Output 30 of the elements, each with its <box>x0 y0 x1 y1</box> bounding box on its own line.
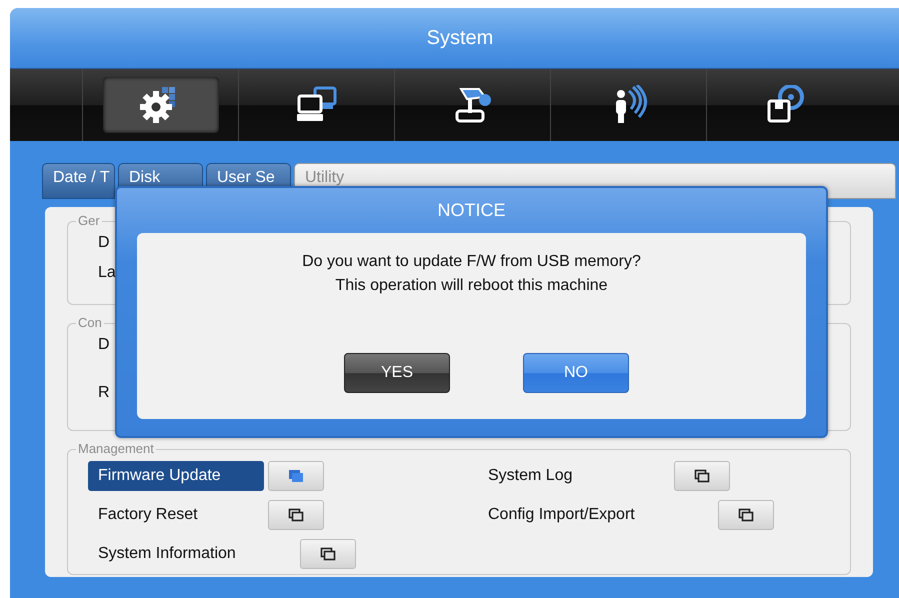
setting-label: R <box>98 384 110 402</box>
dialog-message: Do you want to update F/W from USB memory? <box>302 253 641 271</box>
setting-label: D <box>98 336 110 354</box>
yes-button[interactable]: YES <box>344 353 450 393</box>
computer-icon <box>294 86 338 124</box>
open-button[interactable] <box>674 461 730 491</box>
window-title: System <box>426 26 494 50</box>
menu-item[interactable]: Firmware Update <box>88 461 264 491</box>
group-legend: Ger <box>76 213 102 228</box>
dialog-message: This operation will reboot this machine <box>335 277 608 295</box>
setting-label: La <box>98 264 116 282</box>
open-button[interactable] <box>300 539 356 569</box>
toolbar-button[interactable] <box>102 77 218 133</box>
setting-label: D <box>98 234 110 252</box>
menu-item[interactable]: Factory Reset <box>88 500 268 530</box>
group-legend: Management <box>76 441 156 456</box>
open-button[interactable] <box>268 500 324 530</box>
menu-item[interactable]: Config Import/Export <box>478 500 718 530</box>
group-legend: Con <box>76 315 104 330</box>
window-icon <box>320 547 336 561</box>
window-icon <box>288 469 304 483</box>
tab[interactable]: Date / T <box>42 163 115 199</box>
menu-item[interactable]: System Log <box>478 461 674 491</box>
dialog-title: NOTICE <box>436 199 506 222</box>
window-icon <box>738 508 754 522</box>
window-icon <box>694 469 710 483</box>
floppy-disk-icon <box>764 85 804 125</box>
window-icon <box>288 508 304 522</box>
open-button[interactable] <box>718 500 774 530</box>
menu-item[interactable]: System Information <box>88 539 300 569</box>
